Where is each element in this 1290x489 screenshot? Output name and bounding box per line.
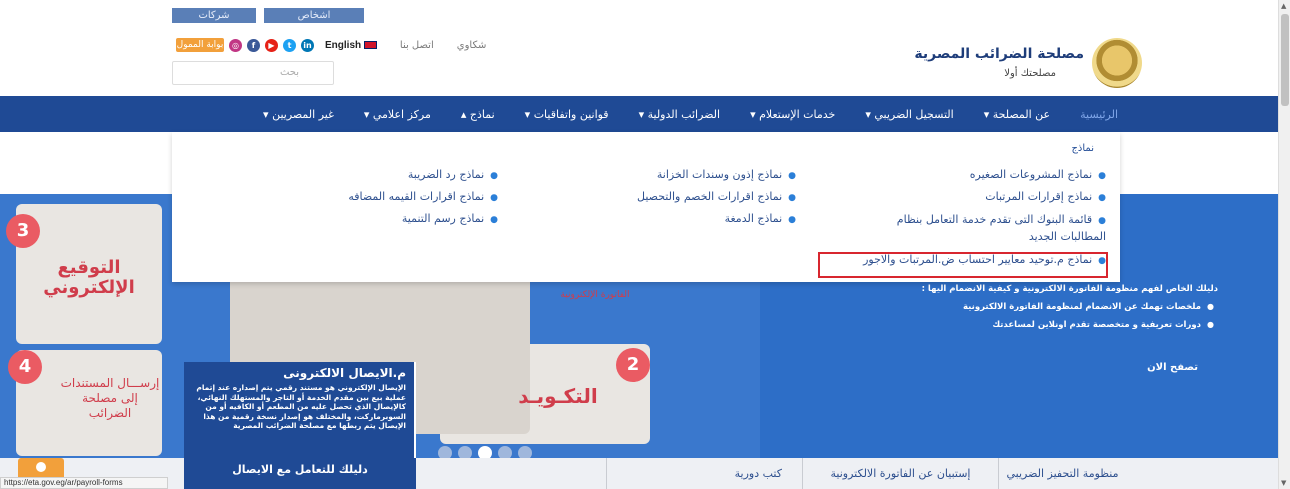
menu-item-development-fee-forms[interactable]: ●نماذج رسم التنمية [348,212,498,225]
status-url: https://eta.gov.eg/ar/payroll-forms [0,477,168,489]
menu-item-treasury-bills-forms[interactable]: ●نماذج إذون وسندات الخزانة [637,168,796,181]
menu-item-small-projects-forms[interactable]: ●نماذج المشروعات الصغيره [863,168,1106,181]
receipt-guide-tab[interactable]: دليلك للتعامل مع الايصال [184,458,416,489]
dropdown-heading[interactable]: نماذج [1071,143,1094,154]
menu-item-banks-list[interactable]: ●قائمة البنوك التى تقدم خدمة التعامل بنظ… [866,212,1106,244]
page: شركات اشخاص بوابة الممول ◎ f ▶ t in Engl… [0,0,1290,489]
menu-item-tax-refund-forms[interactable]: ●نماذج رد الضريبة [348,168,498,181]
tab-companies[interactable]: شركات [172,8,256,23]
youtube-icon[interactable]: ▶ [265,38,278,52]
contact-us-link[interactable]: اتصل بنا [400,40,434,51]
einvoice-label: الفاتورة الإلكترونية [560,290,630,300]
tab-tax-incentive-system[interactable]: منظومة التحفيز الضريبي [998,458,1126,489]
linkedin-icon[interactable]: in [301,38,314,52]
tab-periodic-books[interactable]: كتب دورية [606,458,802,489]
scroll-up-icon[interactable]: ▲ [1281,2,1286,10]
menu-item-stamp-duty-forms[interactable]: ●نماذج الدمغة [637,212,796,225]
e-receipt-panel: م.الايصال الالكترونى الإيصال الإلكتروني … [184,362,416,458]
bullet-icon: ● [788,215,796,225]
tab-individuals[interactable]: اشخاص [264,8,364,23]
bullet-icon: ● [788,193,796,203]
guide-title: دليلك الخاص لفهم منظومة الفاتورة الالكتر… [921,284,1218,294]
uk-flag-icon [363,40,377,49]
bullet-icon: ● [1098,193,1106,203]
guide-item[interactable]: ملخصات تهمك عن الانضمام لمنظومة الفاتورة… [770,302,1214,312]
search-input[interactable]: بحث [172,61,334,85]
twitter-icon[interactable]: t [283,38,296,52]
site-slogan: مصلحتك أولا [1004,68,1056,79]
nav-laws-agreements[interactable]: قوانين واتفاقيات ▾ [525,108,609,121]
highlight-box [818,252,1108,278]
dropdown-column-2: ●نماذج إذون وسندات الخزانة ●نماذج اقرارا… [637,168,796,234]
menu-item-withholding-forms[interactable]: ●نماذج اقرارات الخصم والتحصيل [637,190,796,203]
header-utility-row: بوابة الممول ◎ f ▶ t in English اتصل بنا… [176,38,486,52]
bullet-icon: ● [1098,171,1106,181]
e-receipt-title: م.الايصال الالكترونى [283,366,406,380]
bullet-icon: ● [490,193,498,203]
nav-international-taxes[interactable]: الضرائب الدولية ▾ [639,108,721,121]
scroll-thumb[interactable] [1281,14,1289,106]
menu-item-payroll-returns-forms[interactable]: ●نماذج إقرارات المرتبات [863,190,1106,203]
guide-item[interactable]: دورات تعريفية و متخصصة تقدم اونلاين لمسا… [770,320,1214,330]
site-logo[interactable]: مصلحة الضرائب المصرية مصلحتك أولا [856,36,1146,92]
vertical-scrollbar[interactable]: ▲ ▼ [1278,0,1290,489]
browse-now-link[interactable]: تصفح الان [1147,362,1198,373]
main-nav: الرئيسية عن المصلحة ▾ التسجيل الضريبي ▾ … [0,96,1278,132]
dropdown-column-3: ●نماذج رد الضريبة ●نماذج اقرارات القيمه … [348,168,498,234]
e-receipt-description: الإيصال الإلكتروني هو مستند رقمي يتم إصد… [196,383,406,430]
menu-item-vat-returns-forms[interactable]: ●نماذج اقرارات القيمه المضافه [348,190,498,203]
english-language-link[interactable]: English [325,40,377,51]
site-title: مصلحة الضرائب المصرية [914,46,1084,62]
nav-tax-registration[interactable]: التسجيل الضريبي ▾ [865,108,953,121]
taxpayer-portal-button[interactable]: بوابة الممول [176,38,224,52]
bullet-icon: ● [490,171,498,181]
scroll-down-icon[interactable]: ▼ [1281,479,1286,487]
instagram-icon[interactable]: ◎ [229,38,242,52]
nav-media-center[interactable]: مركز اعلامي ▾ [364,108,431,121]
step3-number: 3 [6,214,40,248]
tab-einvoice-survey[interactable]: إستبيان عن الفاتورة الالكترونية [802,458,998,489]
bullet-icon: ● [1098,216,1106,226]
step4-number: 4 [8,350,42,384]
step3-title: التوقيع الإلكتروني [43,257,135,298]
top-audience-bar: شركات اشخاص [0,0,1278,26]
nav-about[interactable]: عن المصلحة ▾ [984,108,1050,121]
nav-home[interactable]: الرئيسية [1080,108,1118,121]
step4-title: إرســـال المستندات إلى مصلحة الضرائب [60,376,160,420]
step2-number: 2 [616,348,650,382]
step2-title: التكـويـد [518,384,598,408]
facebook-icon[interactable]: f [247,38,260,52]
forms-dropdown-menu: نماذج ●نماذج المشروعات الصغيره ●نماذج إق… [172,132,1120,282]
chat-support-icon[interactable] [18,458,64,478]
nav-inquiry-services[interactable]: خدمات الإستعلام ▾ [750,108,835,121]
einvoice-guide: دليلك الخاص لفهم منظومة الفاتورة الالكتر… [770,284,1218,373]
bullet-icon: ● [490,215,498,225]
nav-forms[interactable]: نماذج ▴ [461,108,495,121]
bullet-icon: ● [788,171,796,181]
eta-seal-icon [1092,38,1142,88]
complaints-link[interactable]: شكاوي [457,40,487,51]
nav-non-egyptians[interactable]: غير المصريين ▾ [263,108,334,121]
